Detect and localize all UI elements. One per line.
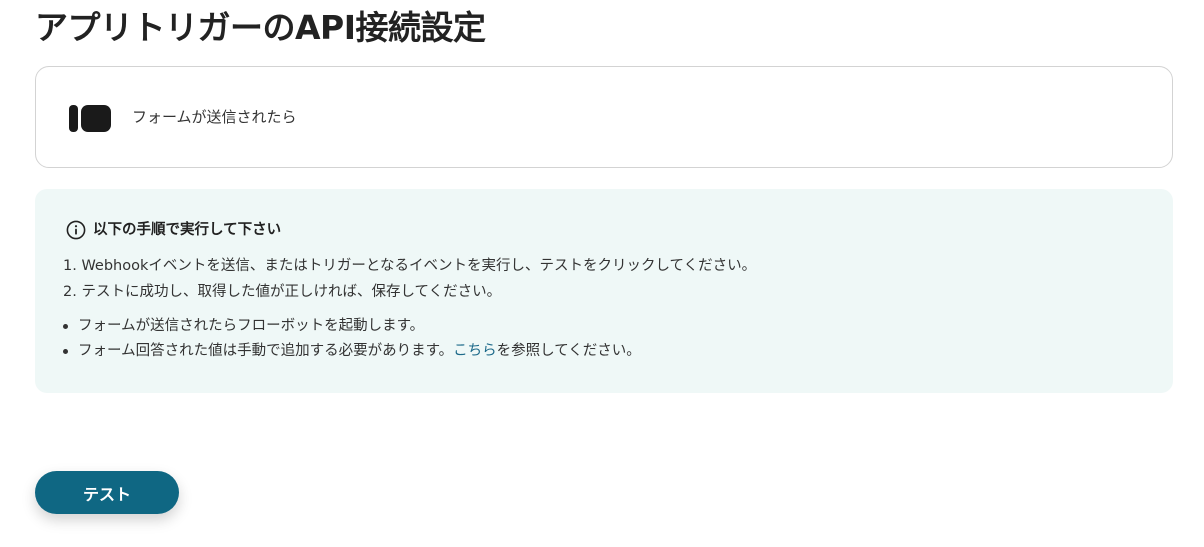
note-text: フォームが送信されたらフローボットを起動します。 xyxy=(78,318,425,334)
note-text-before: フォーム回答された値は手動で追加する必要があります。 xyxy=(78,343,454,359)
form-app-icon xyxy=(69,105,111,132)
note-text-after: を参照してください。 xyxy=(496,343,641,359)
instructions-title: 以下の手順で実行して下さい xyxy=(93,222,282,238)
bullet-icon xyxy=(63,324,68,329)
bullet-icon xyxy=(63,349,68,354)
note-text: フォーム回答された値は手動で追加する必要があります。こちらを参照してください。 xyxy=(78,339,641,364)
reference-link[interactable]: こちら xyxy=(453,343,497,359)
step-item: 1. Webhookイベントを送信、またはトリガーとなるイベントを実行し、テスト… xyxy=(63,258,757,274)
info-circle-icon xyxy=(66,220,86,240)
note-item: フォームが送信されたらフローボットを起動します。 xyxy=(63,314,641,339)
test-button[interactable]: テスト xyxy=(35,471,179,514)
instructions-steps: 1. Webhookイベントを送信、またはトリガーとなるイベントを実行し、テスト… xyxy=(63,253,756,305)
instructions-panel: 以下の手順で実行して下さい 1. Webhookイベントを送信、またはトリガーと… xyxy=(35,189,1173,393)
page-title: アプリトリガーのAPI接続設定 xyxy=(35,8,486,47)
instructions-header: 以下の手順で実行して下さい xyxy=(66,219,281,241)
instructions-notes: フォームが送信されたらフローボットを起動します。 フォーム回答された値は手動で追… xyxy=(63,314,641,364)
trigger-label: フォームが送信されたら xyxy=(132,108,297,126)
step-item: 2. テストに成功し、取得した値が正しければ、保存してください。 xyxy=(63,284,502,300)
note-item: フォーム回答された値は手動で追加する必要があります。こちらを参照してください。 xyxy=(63,339,641,364)
trigger-card: フォームが送信されたら xyxy=(35,66,1173,168)
